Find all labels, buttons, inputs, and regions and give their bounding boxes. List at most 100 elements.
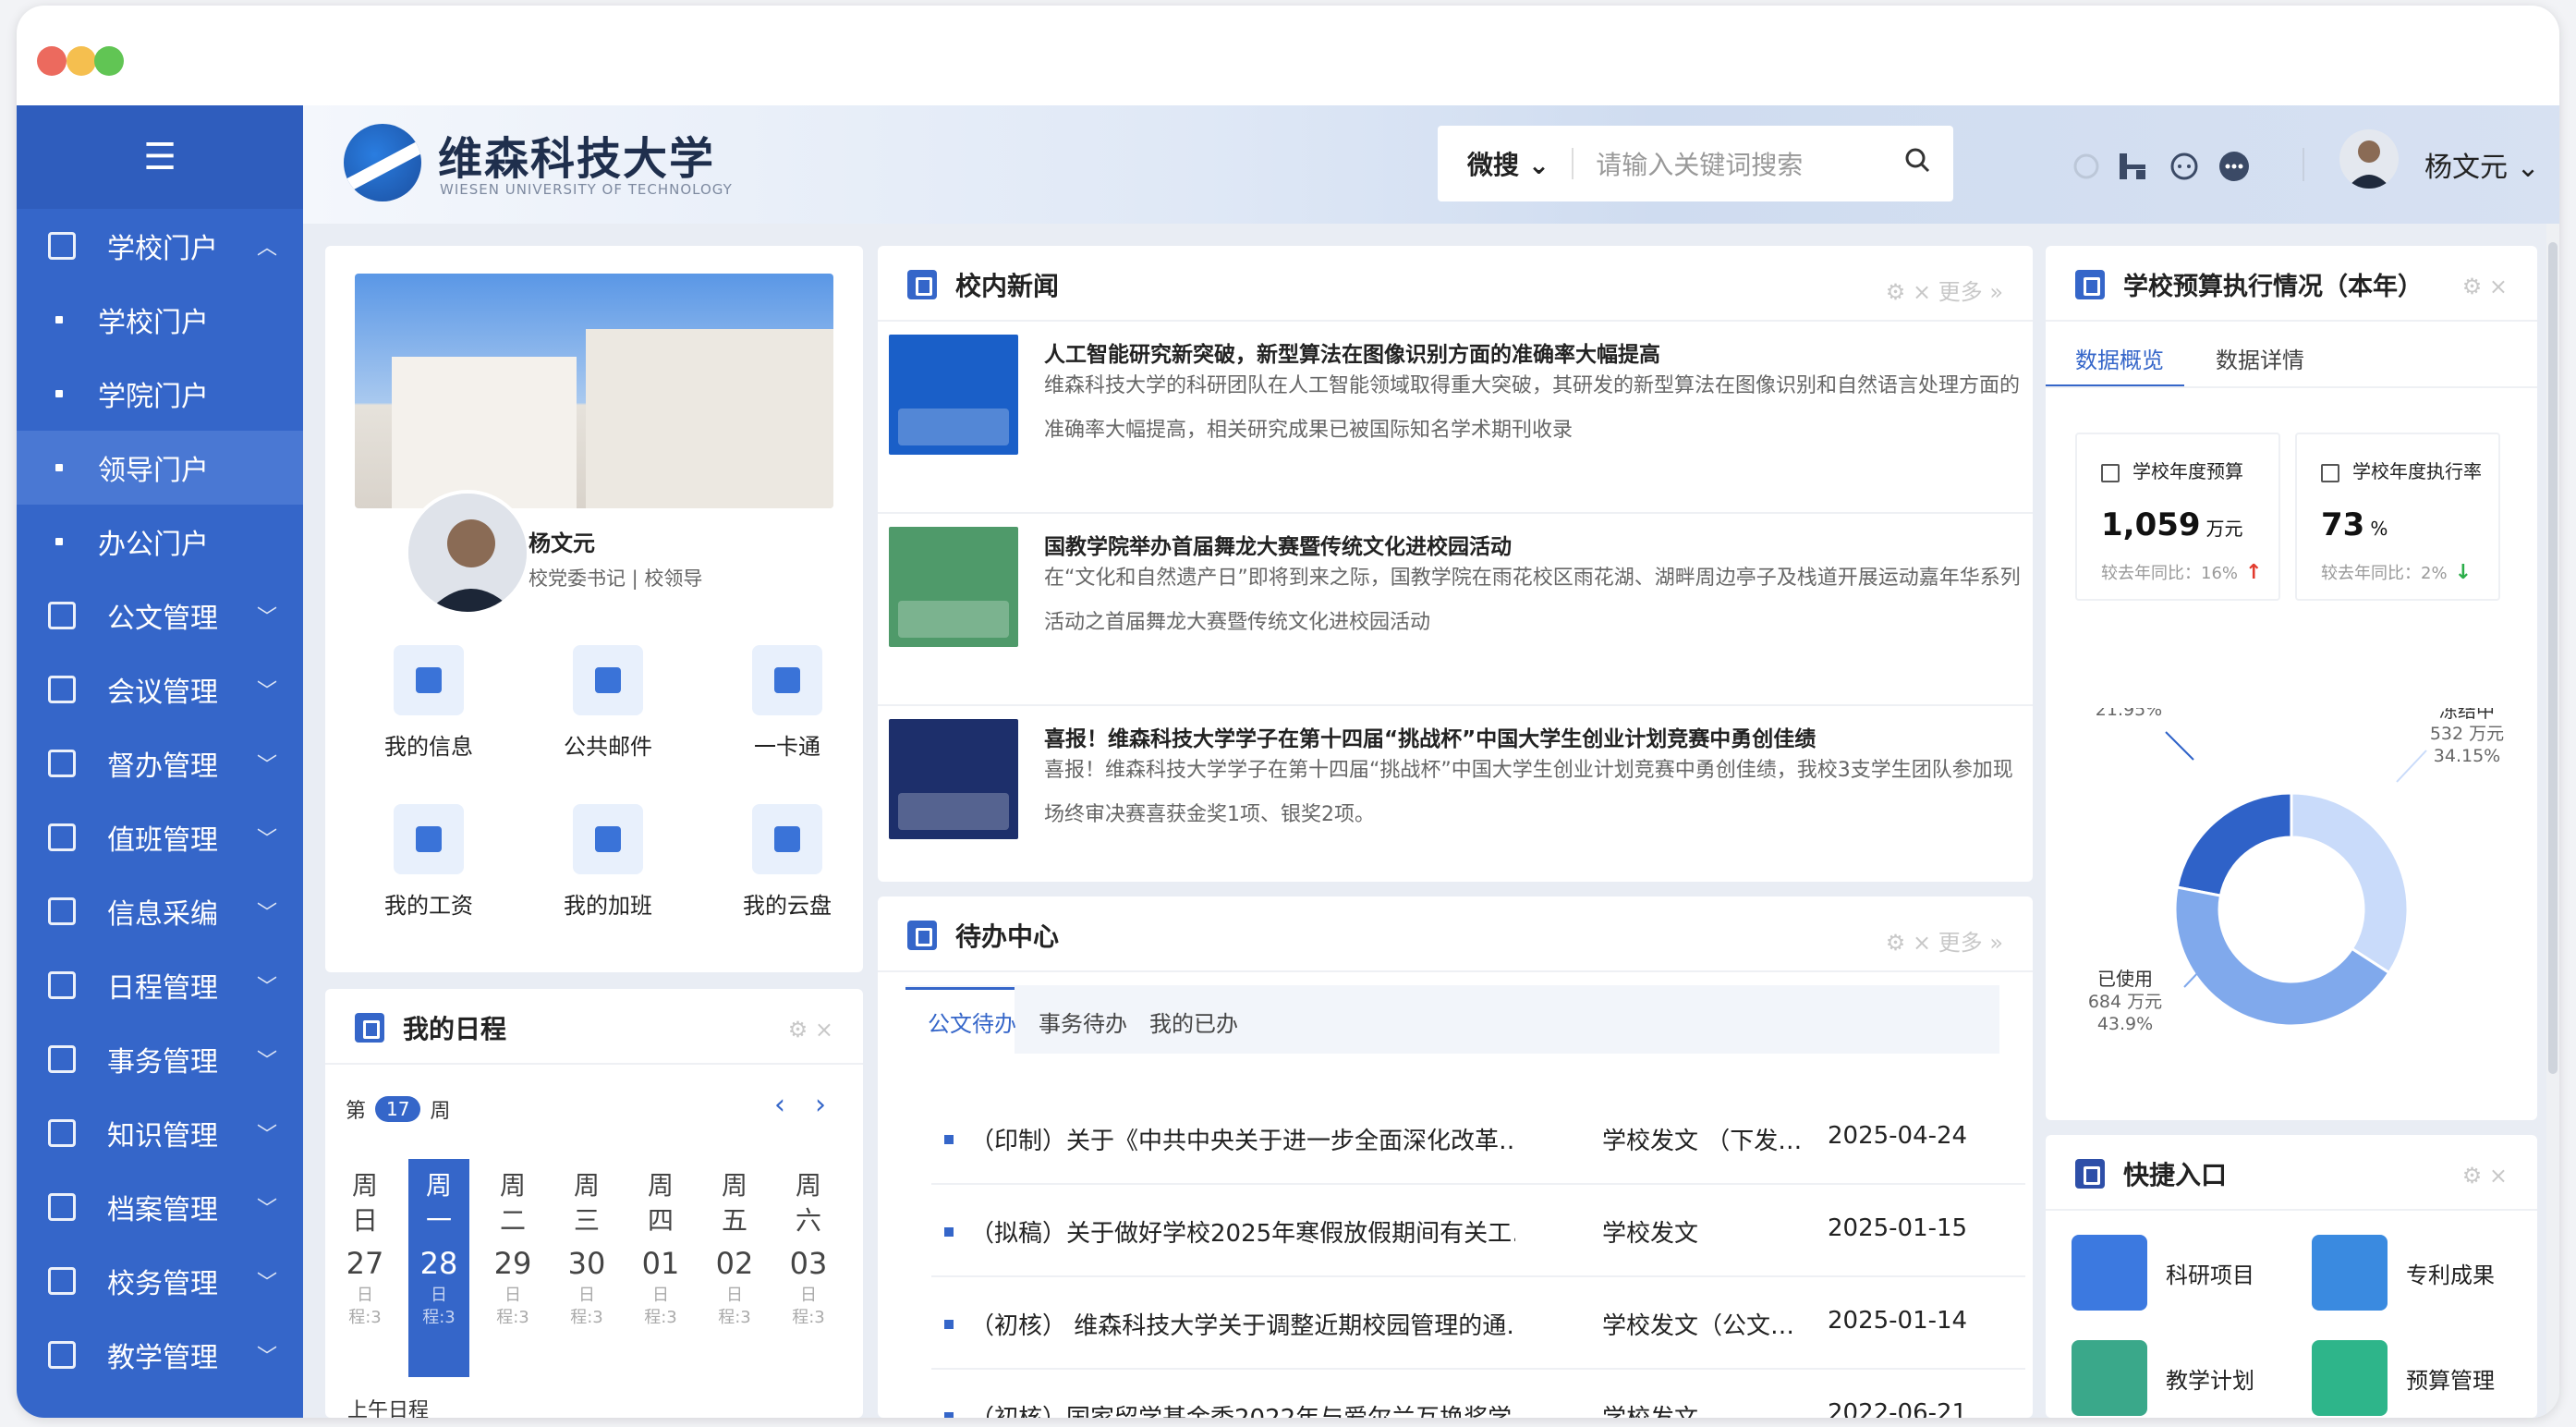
todo-type-cell: 学校发文（公文… [1602, 1312, 1795, 1340]
table-row[interactable]: （初核） 维森科技大学关于调整近期校园管理的通… 学校发文（公文… 2025-01-… [931, 1277, 2025, 1370]
sidebar-group-5[interactable]: 信息采编 ﹀ [17, 874, 303, 948]
news-thumbnail[interactable] [889, 335, 1018, 455]
day-date: 29 [493, 1246, 532, 1281]
todo-title-cell[interactable]: （初核）国家留学基金委2022年与爱尔兰互换奖学… [970, 1399, 1515, 1418]
refresh-icon[interactable] [2068, 148, 2105, 185]
quick-action-label: 我的信息 [384, 734, 473, 760]
menu-doc-icon [48, 823, 76, 851]
news-item-title[interactable]: 国教学院举办首届舞龙大赛暨传统文化进校园活动 [1044, 529, 1512, 560]
search-icon[interactable] [1903, 146, 1931, 174]
menu-doc-icon [48, 232, 76, 260]
tab-affairs[interactable]: 事务待办 [1039, 1006, 1127, 1038]
donut-slice-1[interactable] [2290, 791, 2410, 975]
quick-action-0[interactable]: 我的信息 [373, 645, 484, 761]
calendar-day[interactable]: 周四 01 日程:3 [630, 1159, 691, 1377]
sidebar-group-10[interactable]: 校务管理 ﹀ [17, 1244, 303, 1318]
calendar-day[interactable]: 周一 28 日程:3 [408, 1159, 469, 1377]
sidebar-group-6[interactable]: 日程管理 ﹀ [17, 948, 303, 1022]
news-item-summary: 活动之首届舞龙大赛暨传统文化进校园活动 [1044, 611, 1431, 634]
next-week-icon[interactable]: › [815, 1089, 826, 1121]
profile-avatar [405, 490, 530, 616]
calendar-day[interactable]: 周六 03 日程:3 [778, 1159, 839, 1377]
user-menu[interactable]: 杨文元 ⌄ [2424, 144, 2540, 185]
sidebar-group-2[interactable]: 会议管理 ﹀ [17, 653, 303, 726]
news-item-summary: 场终审决赛喜获金奖1项、银奖2项。 [1044, 803, 1375, 826]
org-chart-icon[interactable] [2114, 148, 2151, 185]
table-row[interactable]: （拟稿）关于做好学校2025年寒假放假期间有关工… 学校发文 2025-01-15 [931, 1185, 2025, 1277]
calendar-day[interactable]: 周日 27 日程:3 [334, 1159, 395, 1377]
sidebar-group-label: 督办管理 [107, 750, 218, 783]
day-date: 03 [789, 1246, 828, 1281]
donut-slice-0[interactable] [2175, 791, 2293, 897]
customer-service-icon[interactable] [2166, 148, 2203, 185]
budget-settings-icon[interactable]: ⚙ × [2462, 274, 2508, 299]
chevron-down-icon: ﹀ [256, 1198, 277, 1221]
menu-doc-icon [48, 1341, 76, 1369]
day-name: 周六 [795, 1170, 821, 1236]
sidebar-group-1[interactable]: 公文管理 ﹀ [17, 579, 303, 653]
sidebar-group-0[interactable]: 学校门户 ︿ [17, 209, 303, 283]
news-thumbnail[interactable] [889, 719, 1018, 839]
shortcuts-settings-icon[interactable]: ⚙ × [2462, 1163, 2508, 1189]
shortcut-item[interactable]: 专利成果 [2312, 1235, 2495, 1311]
shortcut-item[interactable]: 科研项目 [2072, 1235, 2254, 1311]
shortcut-item[interactable]: 预算管理 [2312, 1340, 2495, 1416]
campus-banner-image [355, 274, 833, 508]
news-more-link[interactable]: ⚙ × 更多 » [1886, 274, 2003, 306]
sidebar-group-7[interactable]: 事务管理 ﹀ [17, 1022, 303, 1096]
prev-week-icon[interactable]: ‹ [774, 1089, 785, 1121]
table-row[interactable]: （印制）关于《中共中央关于进一步全面深化改革… 学校发文 （下发… 2025-04-… [931, 1092, 2025, 1185]
sidebar-item-0-0[interactable]: 学校门户 [17, 283, 303, 357]
sidebar-group-11[interactable]: 教学管理 ﹀ [17, 1318, 303, 1392]
quick-action-4[interactable]: 我的加班 [553, 804, 663, 920]
minimize-window-dot[interactable] [67, 46, 96, 76]
todo-title-cell[interactable]: （初核） 维森科技大学关于调整近期校园管理的通… [970, 1307, 1515, 1341]
sidebar-group-8[interactable]: 知识管理 ﹀ [17, 1096, 303, 1170]
quick-action-3[interactable]: 我的工资 [373, 804, 484, 920]
tab-data-overview[interactable]: 数据概览 [2075, 342, 2164, 374]
donut-label: 34.15% [2434, 746, 2500, 766]
schedule-settings-icon[interactable]: ⚙ × [788, 1017, 833, 1043]
news-thumbnail[interactable] [889, 527, 1018, 647]
news-item-title[interactable]: 喜报！维森科技大学学子在第十四届“挑战杯”中国大学生创业计划竞赛中勇创佳绩 [1044, 721, 1816, 752]
calendar-day[interactable]: 周三 30 日程:3 [556, 1159, 617, 1377]
sidebar-group-label: 事务管理 [107, 1046, 218, 1079]
todo-title-cell[interactable]: （拟稿）关于做好学校2025年寒假放假期间有关工… [970, 1214, 1515, 1249]
search-input[interactable]: 请输入关键词搜索 [1596, 145, 1803, 182]
sidebar-item-0-1[interactable]: 学院门户 [17, 357, 303, 431]
sidebar-item-0-3[interactable]: 办公门户 [17, 505, 303, 579]
page-scrollbar[interactable] [2546, 224, 2559, 1418]
maximize-window-dot[interactable] [94, 46, 124, 76]
sidebar-group-3[interactable]: 督办管理 ﹀ [17, 726, 303, 800]
day-count: 日程:3 [718, 1286, 751, 1327]
shortcut-item[interactable]: 教学计划 [2072, 1340, 2254, 1416]
donut-slice-2[interactable] [2173, 885, 2391, 1028]
user-avatar[interactable] [2339, 129, 2399, 189]
more-icon[interactable] [2216, 148, 2253, 185]
search-scope-select[interactable]: 微搜 ⌄ [1467, 145, 1549, 182]
calendar-day[interactable]: 周二 29 日程:3 [482, 1159, 543, 1377]
sidebar-group-4[interactable]: 值班管理 ﹀ [17, 800, 303, 874]
day-count: 日程:3 [570, 1286, 603, 1327]
todo-more-link[interactable]: ⚙ × 更多 » [1886, 924, 2003, 957]
menu-collapse-icon[interactable]: ☰ [17, 105, 303, 209]
stat-doc-icon [2321, 463, 2339, 482]
tab-done[interactable]: 我的已办 [1149, 1006, 1238, 1038]
todo-title-cell[interactable]: （印制）关于《中共中央关于进一步全面深化改革… [970, 1122, 1515, 1156]
calendar-day[interactable]: 周五 02 日程:3 [704, 1159, 765, 1377]
university-logo [344, 124, 421, 201]
tab-official-docs[interactable]: 公文待办 [928, 1006, 1016, 1038]
sidebar-item-0-2[interactable]: 领导门户 [17, 431, 303, 505]
table-row[interactable]: （初核）国家留学基金委2022年与爱尔兰互换奖学… 学校发文 2022-06-21 [931, 1370, 2025, 1418]
quick-action-2[interactable]: 一卡通 [732, 645, 843, 761]
day-name: 周二 [499, 1170, 526, 1236]
quick-action-5[interactable]: 我的云盘 [732, 804, 843, 920]
quick-action-1[interactable]: 公共邮件 [553, 645, 663, 761]
quick-action-label: 我的云盘 [743, 893, 832, 919]
sidebar-group-label: 会议管理 [107, 677, 218, 709]
news-item-title[interactable]: 人工智能研究新突破，新型算法在图像识别方面的准确率大幅提高 [1044, 336, 1660, 368]
tab-data-detail[interactable]: 数据详情 [2216, 342, 2304, 374]
todo-type-cell: 学校发文 [1602, 1220, 1699, 1248]
sidebar-group-9[interactable]: 档案管理 ﹀ [17, 1170, 303, 1244]
close-window-dot[interactable] [37, 46, 67, 76]
